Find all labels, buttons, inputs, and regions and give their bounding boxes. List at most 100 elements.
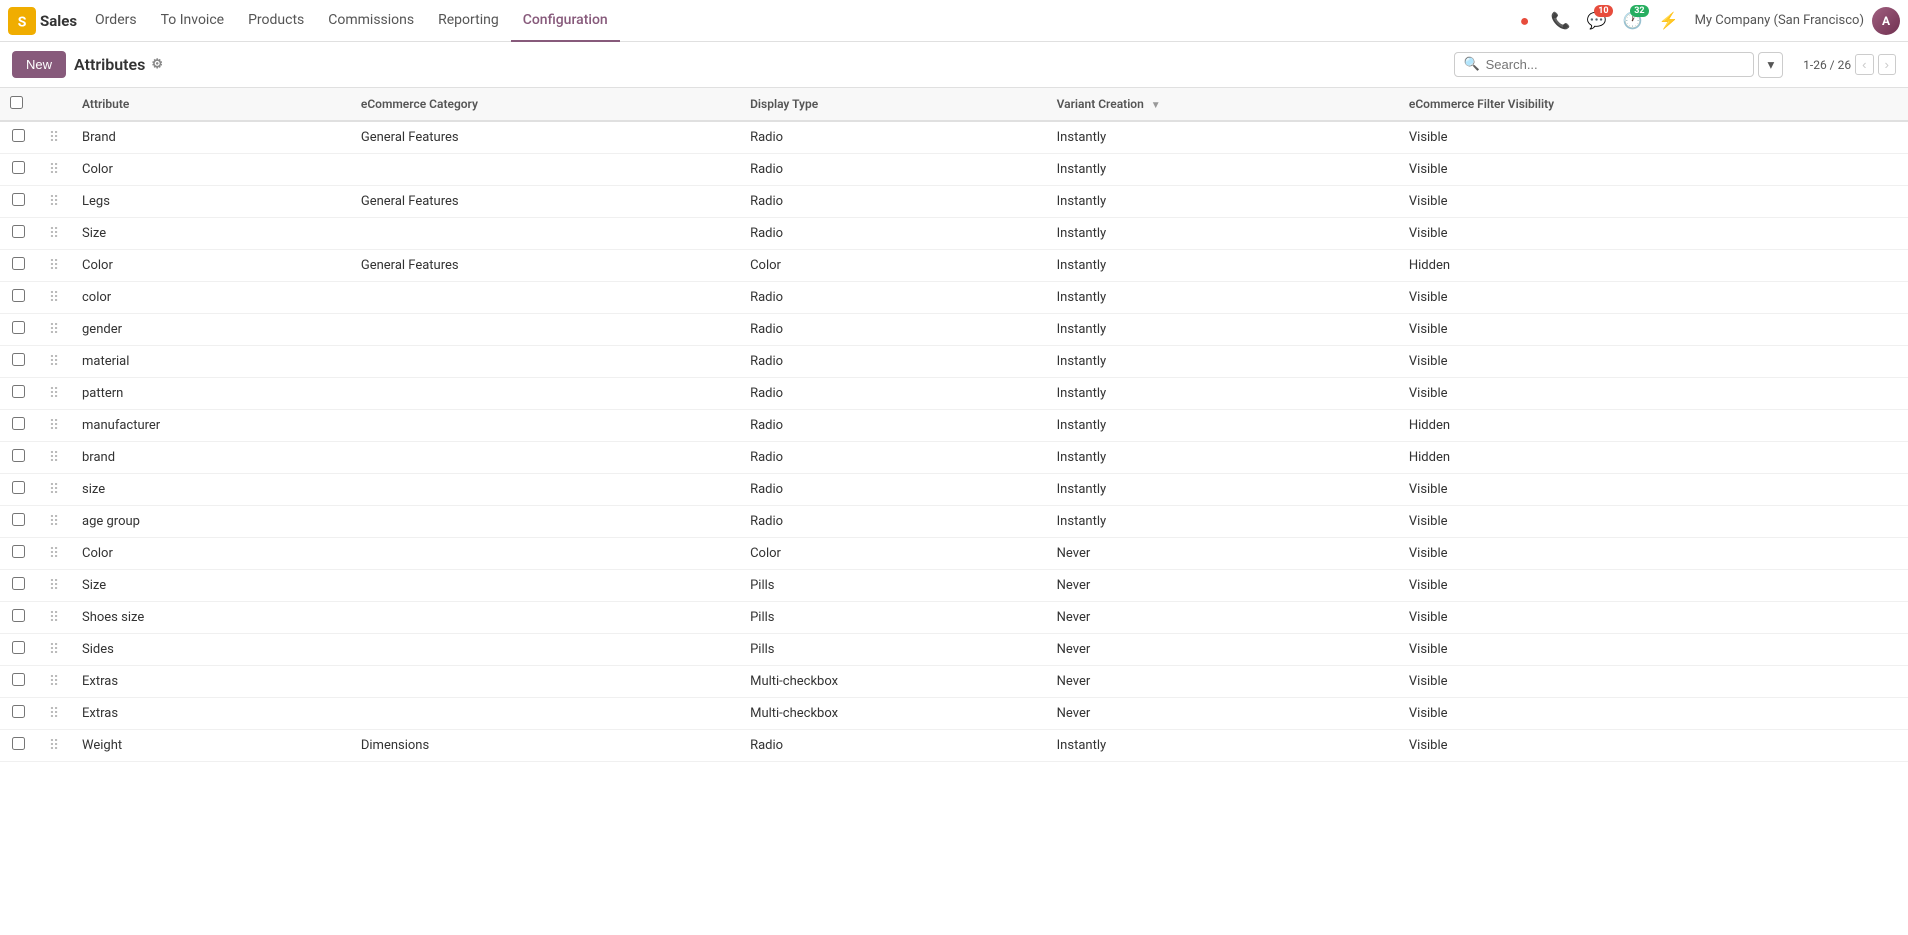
row-select-checkbox[interactable] [12,161,25,174]
app-logo[interactable]: S Sales [8,7,77,35]
table-row[interactable]: ⠿ brand Radio Instantly Hidden [0,442,1908,474]
gear-icon[interactable]: ⚙ [151,57,163,72]
table-row[interactable]: ⠿ Color Radio Instantly Visible [0,154,1908,186]
next-page-button[interactable]: › [1878,54,1896,75]
row-select-checkbox[interactable] [12,577,25,590]
table-row[interactable]: ⠿ Brand General Features Radio Instantly… [0,121,1908,154]
row-drag-handle[interactable]: ⠿ [36,538,72,570]
row-select-checkbox[interactable] [12,449,25,462]
row-variant-creation: Instantly [1047,218,1399,250]
row-select-checkbox[interactable] [12,289,25,302]
table-row[interactable]: ⠿ Color Color Never Visible [0,538,1908,570]
table-row[interactable]: ⠿ Color General Features Color Instantly… [0,250,1908,282]
row-drag-handle[interactable]: ⠿ [36,666,72,698]
row-variant-creation: Instantly [1047,474,1399,506]
col-ecommerce-filter[interactable]: eCommerce Filter Visibility [1399,88,1868,121]
row-drag-handle[interactable]: ⠿ [36,442,72,474]
status-dot[interactable]: ● [1511,7,1539,35]
nav-reporting[interactable]: Reporting [426,0,511,42]
row-drag-handle[interactable]: ⠿ [36,506,72,538]
table-row[interactable]: ⠿ Extras Multi-checkbox Never Visible [0,666,1908,698]
table-row[interactable]: ⠿ material Radio Instantly Visible [0,346,1908,378]
row-select-checkbox[interactable] [12,225,25,238]
row-empty [1868,698,1908,730]
row-drag-handle[interactable]: ⠿ [36,186,72,218]
search-input[interactable] [1486,57,1746,72]
col-display-type[interactable]: Display Type [740,88,1047,121]
table-row[interactable]: ⠿ age group Radio Instantly Visible [0,506,1908,538]
col-attribute[interactable]: Attribute [72,88,351,121]
table-row[interactable]: ⠿ Shoes size Pills Never Visible [0,602,1908,634]
nav-products[interactable]: Products [236,0,316,42]
row-drag-handle[interactable]: ⠿ [36,346,72,378]
table-row[interactable]: ⠿ Legs General Features Radio Instantly … [0,186,1908,218]
activity-icon-btn[interactable]: ⚡ [1655,7,1683,35]
row-drag-handle[interactable]: ⠿ [36,410,72,442]
row-drag-handle[interactable]: ⠿ [36,378,72,410]
row-select-checkbox[interactable] [12,321,25,334]
search-dropdown-button[interactable]: ▾ [1758,52,1783,78]
table-row[interactable]: ⠿ Sides Pills Never Visible [0,634,1908,666]
row-attribute: pattern [72,378,351,410]
row-select-checkbox[interactable] [12,673,25,686]
chat-icon-btn[interactable]: 💬 10 [1583,7,1611,35]
row-display-type: Color [740,538,1047,570]
row-drag-handle[interactable]: ⠿ [36,698,72,730]
row-select-checkbox[interactable] [12,737,25,750]
row-drag-handle[interactable]: ⠿ [36,250,72,282]
row-select-checkbox[interactable] [12,545,25,558]
nav-to-invoice[interactable]: To Invoice [149,0,237,42]
table-row[interactable]: ⠿ Extras Multi-checkbox Never Visible [0,698,1908,730]
main-nav: Orders To Invoice Products Commissions R… [83,0,620,42]
row-drag-handle[interactable]: ⠿ [36,154,72,186]
row-select-checkbox[interactable] [12,609,25,622]
row-select-checkbox[interactable] [12,385,25,398]
row-select-checkbox[interactable] [12,129,25,142]
prev-page-button[interactable]: ‹ [1855,54,1873,75]
table-row[interactable]: ⠿ Size Pills Never Visible [0,570,1908,602]
row-select-checkbox[interactable] [12,641,25,654]
row-select-checkbox[interactable] [12,353,25,366]
row-drag-handle[interactable]: ⠿ [36,218,72,250]
nav-orders[interactable]: Orders [83,0,149,42]
phone-icon-btn[interactable]: 📞 [1547,7,1575,35]
row-drag-handle[interactable]: ⠿ [36,121,72,154]
new-button[interactable]: New [12,51,66,78]
row-drag-handle[interactable]: ⠿ [36,314,72,346]
table-row[interactable]: ⠿ pattern Radio Instantly Visible [0,378,1908,410]
company-name[interactable]: My Company (San Francisco) [1695,13,1864,28]
row-select-checkbox[interactable] [12,193,25,206]
row-display-type: Pills [740,634,1047,666]
row-drag-handle[interactable]: ⠿ [36,282,72,314]
row-select-checkbox[interactable] [12,481,25,494]
table-row[interactable]: ⠿ manufacturer Radio Instantly Hidden [0,410,1908,442]
pagination: 1-26 / 26 ‹ › [1803,54,1896,75]
select-all-checkbox[interactable] [10,96,23,109]
row-drag-handle[interactable]: ⠿ [36,474,72,506]
user-avatar[interactable]: A [1872,7,1900,35]
table-row[interactable]: ⠿ Weight Dimensions Radio Instantly Visi… [0,730,1908,762]
table-row[interactable]: ⠿ Size Radio Instantly Visible [0,218,1908,250]
row-select-checkbox[interactable] [12,417,25,430]
row-ecommerce-category [351,346,740,378]
row-drag-handle[interactable]: ⠿ [36,634,72,666]
nav-commissions[interactable]: Commissions [316,0,426,42]
row-drag-handle[interactable]: ⠿ [36,602,72,634]
row-select-checkbox[interactable] [12,705,25,718]
table-row[interactable]: ⠿ size Radio Instantly Visible [0,474,1908,506]
row-select-checkbox[interactable] [12,257,25,270]
row-display-type: Color [740,250,1047,282]
clock-icon-btn[interactable]: 🕐 32 [1619,7,1647,35]
table-row[interactable]: ⠿ color Radio Instantly Visible [0,282,1908,314]
col-ecommerce-category[interactable]: eCommerce Category [351,88,740,121]
table-row[interactable]: ⠿ gender Radio Instantly Visible [0,314,1908,346]
row-select-checkbox[interactable] [12,513,25,526]
row-variant-creation: Instantly [1047,506,1399,538]
row-variant-creation: Instantly [1047,121,1399,154]
row-attribute: Extras [72,666,351,698]
row-attribute: color [72,282,351,314]
row-drag-handle[interactable]: ⠿ [36,730,72,762]
nav-configuration[interactable]: Configuration [511,0,620,42]
col-variant-creation[interactable]: Variant Creation ▼ [1047,88,1399,121]
row-drag-handle[interactable]: ⠿ [36,570,72,602]
